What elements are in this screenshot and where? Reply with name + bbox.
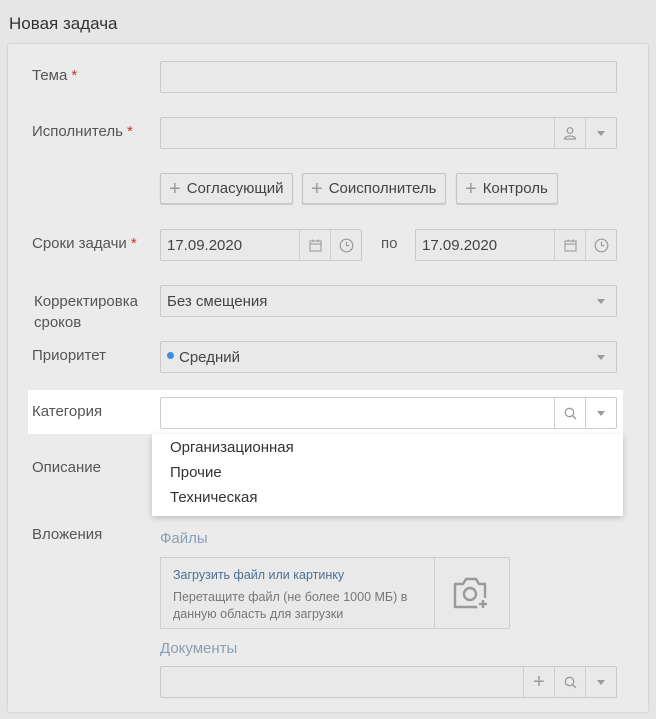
priority-dot bbox=[167, 351, 174, 359]
required-mark: * bbox=[71, 67, 78, 84]
plus-icon: + bbox=[465, 177, 477, 200]
subject-label-text: Тема bbox=[32, 67, 68, 84]
user-icon[interactable] bbox=[554, 118, 585, 148]
description-label: Описание bbox=[32, 459, 102, 476]
clock-icon[interactable] bbox=[330, 230, 361, 260]
adjust-deadline-select[interactable]: Без смещения bbox=[160, 285, 617, 317]
add-control-label: Контроль bbox=[482, 180, 548, 197]
required-mark: * bbox=[130, 235, 137, 252]
file-drop-area[interactable]: Загрузить файл или картинку Перетащите ф… bbox=[160, 557, 510, 629]
clock-icon[interactable] bbox=[585, 230, 616, 260]
calendar-icon[interactable] bbox=[299, 230, 330, 260]
plus-icon: + bbox=[311, 177, 323, 200]
add-coexecutor-button[interactable]: + Соисполнитель bbox=[302, 173, 447, 204]
priority-label: Приоритет bbox=[32, 347, 106, 364]
subject-label: Тема * bbox=[32, 67, 77, 84]
assignee-label: Исполнитель * bbox=[32, 123, 133, 140]
adjust-deadline-label: Корректировка сроков bbox=[34, 291, 138, 333]
adjust-label-line2: сроков bbox=[34, 314, 82, 331]
files-section-label: Файлы bbox=[160, 530, 208, 547]
search-icon[interactable] bbox=[554, 398, 585, 428]
deadline-label: Сроки задачи * bbox=[32, 235, 137, 252]
chevron-down-icon[interactable] bbox=[585, 342, 616, 372]
chevron-down-icon[interactable] bbox=[585, 667, 616, 697]
documents-input[interactable]: + bbox=[160, 666, 617, 698]
calendar-icon[interactable] bbox=[554, 230, 585, 260]
assignee-label-text: Исполнитель bbox=[32, 123, 123, 140]
chevron-down-icon[interactable] bbox=[585, 398, 616, 428]
subject-input[interactable] bbox=[160, 61, 617, 93]
priority-select[interactable]: Средний bbox=[160, 341, 617, 373]
plus-icon[interactable]: + bbox=[523, 667, 554, 697]
chevron-down-icon[interactable] bbox=[585, 118, 616, 148]
end-date-value: 17.09.2020 bbox=[422, 236, 498, 254]
add-photo-icon[interactable] bbox=[451, 574, 491, 617]
start-date-value: 17.09.2020 bbox=[167, 236, 243, 254]
chevron-down-icon[interactable] bbox=[585, 286, 616, 316]
adjust-label-line1: Корректировка bbox=[34, 293, 138, 310]
end-date-input[interactable]: 17.09.2020 bbox=[415, 229, 617, 261]
add-control-button[interactable]: + Контроль bbox=[456, 173, 558, 204]
attachments-label: Вложения bbox=[32, 526, 103, 543]
assignee-input[interactable] bbox=[160, 117, 617, 149]
required-mark: * bbox=[126, 123, 133, 140]
plus-icon: + bbox=[169, 177, 181, 200]
window-title: Новая задача bbox=[9, 14, 118, 33]
search-icon[interactable] bbox=[554, 667, 585, 697]
category-input[interactable] bbox=[160, 397, 617, 429]
upload-file-link[interactable]: Загрузить файл или картинку bbox=[173, 568, 344, 582]
category-dropdown: Организационная Прочие Техническая bbox=[152, 434, 623, 516]
deadline-label-text: Сроки задачи bbox=[32, 235, 127, 252]
adjust-deadline-value: Без смещения bbox=[167, 292, 268, 310]
category-option-other[interactable]: Прочие bbox=[170, 464, 222, 481]
category-option-organizational[interactable]: Организационная bbox=[170, 439, 294, 456]
add-coexecutor-label: Соисполнитель bbox=[328, 180, 437, 197]
start-date-input[interactable]: 17.09.2020 bbox=[160, 229, 362, 261]
add-approver-label: Согласующий bbox=[186, 180, 284, 197]
add-approver-button[interactable]: + Согласующий bbox=[160, 173, 294, 204]
category-label: Категория bbox=[32, 403, 103, 420]
date-range-separator: по bbox=[381, 235, 398, 252]
category-option-technical[interactable]: Техническая bbox=[170, 489, 258, 506]
upload-hint: Перетащите файл (не более 1000 МБ) в дан… bbox=[173, 590, 408, 621]
documents-section-label: Документы bbox=[160, 640, 238, 657]
priority-value: Средний bbox=[179, 348, 240, 366]
